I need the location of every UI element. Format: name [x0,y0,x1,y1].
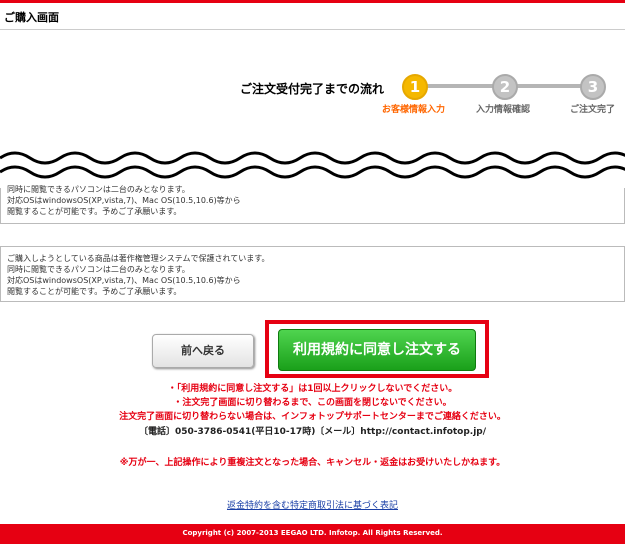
step-1-label: お客様情報入力 [382,105,446,115]
step-3-label: ご注文完了 [570,105,616,115]
flow-title: ご注文受付完了までの流れ [240,82,385,96]
notice-line: 閲覧することが可能です。予めご了承願います。 [7,287,182,296]
copyright-text: Copyright (c) 2007-2013 EEGAO LTD. Infot… [182,529,443,537]
notice-line: 対応OSはwindowsOS(XP,vista,7)、Mac OS(10.5,1… [7,276,241,285]
back-button[interactable]: 前へ戻る [152,334,254,368]
step-2-circle: 2 [492,74,518,100]
step-2-label: 入力情報確認 [476,105,531,115]
legal-notice-link[interactable]: 返金特約を含む特定商取引法に基づく表記 [0,498,625,511]
step-3-circle: 3 [580,74,606,100]
notice-line: 対応OSはwindowsOS(XP,vista,7)、Mac OS(10.5,1… [7,196,241,205]
page-title: ご購入画面 [4,11,59,24]
notice-text-top: 同時に閲覧できるパソコンは二台のみとなります。 対応OSはwindowsOS(X… [0,185,625,224]
step-1-circle: 1 [402,74,428,100]
page-break-wave [0,151,625,179]
page-header: ご購入画面 [0,3,625,30]
support-contact-info: 〔電話〕050-3786-0541(平日10-17時)〔メール〕http://c… [138,427,487,437]
flow-connector-1 [420,84,500,88]
warning-duplicate-order: ※万が一、上記操作により重複注文となった場合、キャンセル・返金はお受けいたしかね… [119,458,506,468]
agree-and-order-button[interactable]: 利用規約に同意し注文する [278,329,476,371]
notice-line: 同時に閲覧できるパソコンは二台のみとなります。 [7,185,190,194]
notice-box: ご購入しようとしている商品は著作権管理システムで保護されています。 同時に閲覧で… [0,246,625,302]
notice-line: 閲覧することが可能です。予めご了承願います。 [7,207,182,216]
footer-bar: Copyright (c) 2007-2013 EEGAO LTD. Infot… [0,524,625,544]
warning-do-not-close: ・注文完了画面に切り替わるまで、この画面を閉じないでください。 [173,398,452,408]
warning-contact-support: 注文完了画面に切り替わらない場合は、インフォトップサポートセンターまでご連絡くだ… [119,412,506,422]
notice-line: 同時に閲覧できるパソコンは二台のみとなります。 [7,265,190,274]
warning-click-once: ・「利用規約に同意し注文する」は1回以上クリックしないでください。 [167,384,458,394]
notice-line: ご購入しようとしている商品は著作権管理システムで保護されています。 [7,254,270,263]
